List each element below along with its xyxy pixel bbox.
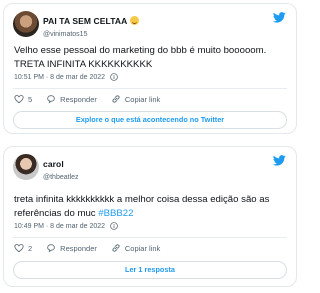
info-icon[interactable] bbox=[110, 222, 118, 230]
like-button[interactable]: 5 bbox=[14, 94, 32, 104]
tweet-card: PAI TA SEM CELTAA @vinimatos15 Velho ess… bbox=[3, 3, 297, 134]
timestamp-text[interactable]: 10:51 PM · 8 de mar de 2022 bbox=[14, 74, 105, 81]
tweet-text: treta infinita kkkkkkkkkk a melhor coisa… bbox=[14, 193, 286, 221]
tweet-card: carol @thbeatlez treta infinita kkkkkkkk… bbox=[3, 146, 297, 287]
copy-link-label: Copiar link bbox=[124, 94, 161, 104]
user-handle[interactable]: @vinimatos15 bbox=[43, 31, 139, 38]
reply-icon bbox=[47, 244, 55, 253]
author-info[interactable]: PAI TA SEM CELTAA @vinimatos15 bbox=[43, 11, 140, 38]
tweet-timestamp[interactable]: 10:49 PM · 8 de mar de 2022 bbox=[14, 222, 118, 230]
copy-link-label: Copiar link bbox=[124, 243, 161, 253]
link-icon bbox=[112, 244, 120, 252]
tweet-body: treta infinita kkkkkkkkkk a melhor coisa… bbox=[14, 194, 270, 219]
like-count: 5 bbox=[28, 94, 33, 104]
avatar[interactable] bbox=[13, 11, 39, 37]
reply-label: Responder bbox=[60, 94, 97, 104]
emoji-icon bbox=[130, 16, 140, 25]
tweet-header: PAI TA SEM CELTAA @vinimatos15 bbox=[4, 4, 296, 38]
twitter-bird-icon[interactable] bbox=[273, 155, 286, 166]
tweet-actions: 5 Responder Copiar link bbox=[14, 94, 286, 104]
divider bbox=[13, 237, 287, 238]
reply-button[interactable]: Responder bbox=[46, 94, 97, 104]
timestamp-text[interactable]: 10:49 PM · 8 de mar de 2022 bbox=[14, 223, 105, 230]
read-replies-button[interactable]: Ler 1 resposta bbox=[13, 261, 287, 279]
copy-link-button[interactable]: Copiar link bbox=[111, 243, 160, 253]
heart-icon bbox=[14, 244, 24, 253]
heart-icon bbox=[14, 95, 24, 104]
twitter-bird-icon[interactable] bbox=[273, 12, 286, 23]
like-button[interactable]: 2 bbox=[14, 243, 32, 253]
tweet-actions: 2 Responder Copiar link bbox=[14, 243, 286, 253]
tweet-text: Velho esse pessoal do marketing do bbb é… bbox=[14, 45, 267, 70]
author-info[interactable]: carol @thbeatlez bbox=[43, 154, 79, 181]
divider bbox=[13, 88, 287, 89]
reply-icon bbox=[47, 95, 55, 104]
like-count: 2 bbox=[28, 243, 33, 253]
user-handle[interactable]: @thbeatlez bbox=[43, 174, 79, 181]
reply-label: Responder bbox=[60, 243, 97, 253]
explore-button[interactable]: Explore o que está acontecendo no Twitte… bbox=[13, 111, 287, 129]
display-name[interactable]: PAI TA SEM CELTAA bbox=[43, 16, 127, 26]
link-icon bbox=[112, 95, 120, 103]
reply-button[interactable]: Responder bbox=[46, 243, 97, 253]
display-name[interactable]: carol bbox=[43, 159, 64, 169]
avatar[interactable] bbox=[13, 154, 39, 180]
tweet-header: carol @thbeatlez bbox=[4, 147, 296, 181]
tweet-timestamp[interactable]: 10:51 PM · 8 de mar de 2022 bbox=[14, 73, 118, 81]
hashtag-link[interactable]: #BBB22 bbox=[98, 208, 133, 219]
copy-link-button[interactable]: Copiar link bbox=[111, 94, 160, 104]
info-icon[interactable] bbox=[110, 73, 118, 81]
